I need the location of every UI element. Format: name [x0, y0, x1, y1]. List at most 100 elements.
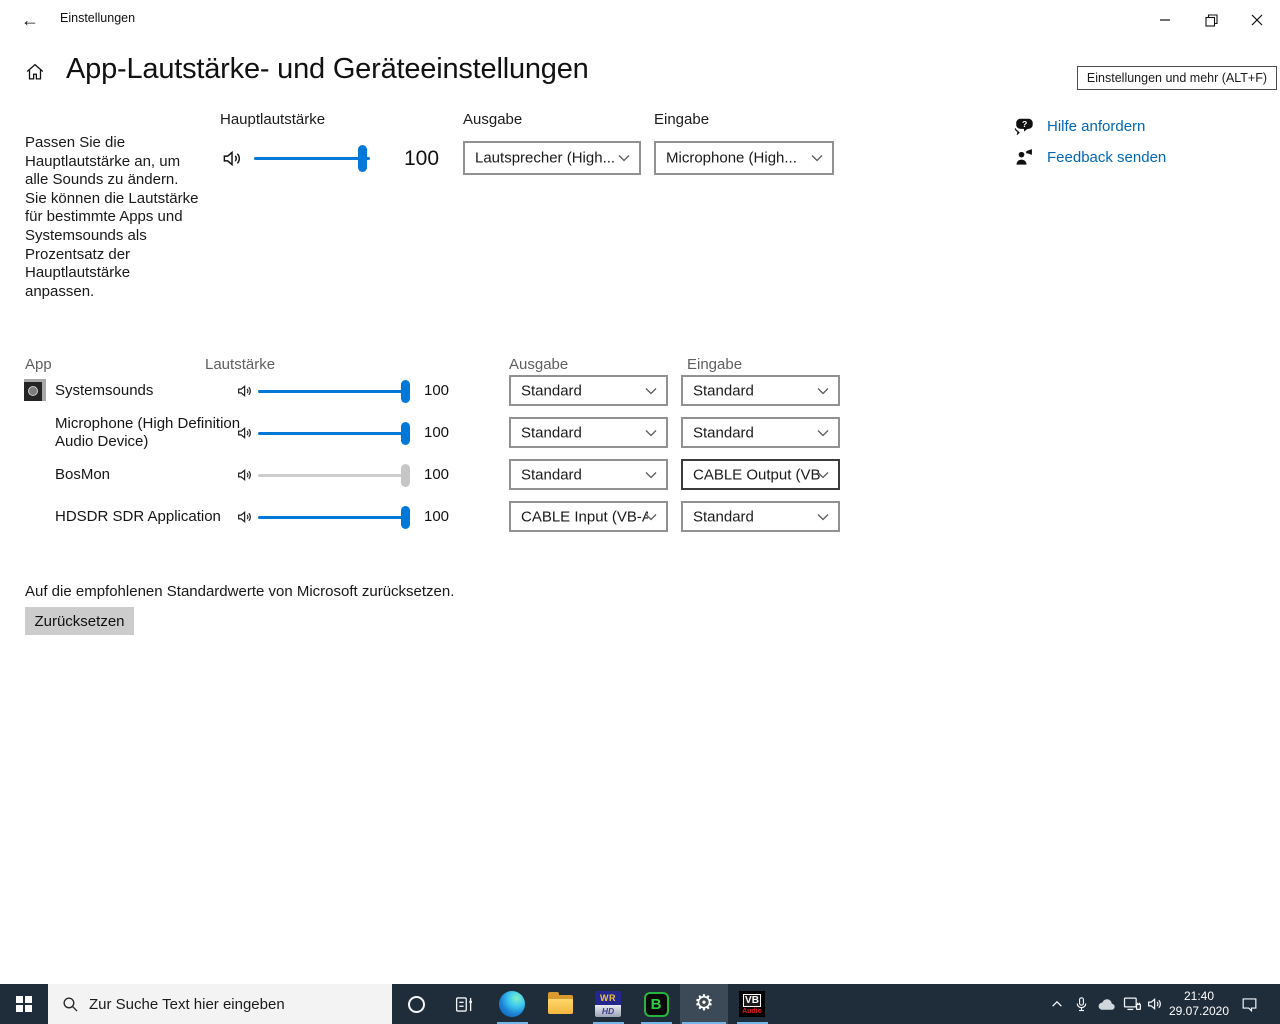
- ethernet-icon: [1123, 997, 1141, 1011]
- bosmon-taskbar-button[interactable]: B: [632, 984, 680, 1024]
- chevron-down-icon: [645, 508, 657, 525]
- titlebar: ← Einstellungen: [0, 0, 1280, 40]
- column-header-input: Eingabe: [687, 356, 743, 373]
- volume-speaker-icon: [236, 424, 254, 447]
- send-feedback-link[interactable]: Feedback senden: [1047, 149, 1166, 166]
- volume-slider-thumb[interactable]: [401, 422, 410, 445]
- file-explorer-taskbar-button[interactable]: [536, 984, 584, 1024]
- settings-window: ← Einstellungen App-Lautstärke- und Gerä…: [0, 0, 1280, 1024]
- onedrive-tray-button[interactable]: [1092, 984, 1120, 1024]
- wr-hd-icon: WR HD: [595, 991, 621, 1017]
- reset-description: Auf die empfohlenen Standardwerte von Mi…: [25, 583, 455, 600]
- chevron-down-icon: [817, 382, 829, 399]
- master-output-dropdown[interactable]: Lautsprecher (High...: [463, 141, 641, 175]
- input-dropdown-focused[interactable]: CABLE Output (VB-: [681, 459, 840, 490]
- output-dropdown[interactable]: Standard: [509, 417, 668, 448]
- volume-value: 100: [424, 424, 450, 441]
- chevron-up-icon: [1052, 1000, 1062, 1007]
- chevron-down-icon: [817, 466, 829, 483]
- chevron-down-icon: [817, 424, 829, 441]
- app-row-hdsdr: HDSDR SDR Application 100 CABLE Input (V…: [0, 501, 860, 535]
- master-volume-slider-thumb[interactable]: [358, 145, 367, 172]
- column-header-volume: Lautstärke: [205, 356, 276, 373]
- minimize-icon: [1160, 19, 1170, 21]
- window-title: Einstellungen: [60, 11, 136, 25]
- volume-slider-thumb[interactable]: [401, 506, 410, 529]
- search-icon: [63, 996, 78, 1012]
- chevron-down-icon: [645, 466, 657, 483]
- volume-value: 100: [424, 508, 450, 525]
- volume-value: 100: [424, 466, 450, 483]
- volume-slider-track[interactable]: [258, 390, 404, 393]
- volume-slider-track[interactable]: [258, 516, 404, 519]
- chevron-down-icon: [618, 150, 630, 167]
- action-center-icon: [1242, 997, 1256, 1012]
- clock-date: 29.07.2020: [1168, 1004, 1230, 1018]
- description-text: Passen Sie die Hauptlautstärke an, um al…: [25, 134, 199, 300]
- volume-value: 100: [424, 382, 450, 399]
- input-dropdown[interactable]: Standard: [681, 501, 840, 532]
- master-input-dropdown[interactable]: Microphone (High...: [654, 141, 834, 175]
- onedrive-cloud-icon: [1098, 998, 1115, 1010]
- task-view-icon: [455, 996, 472, 1012]
- app-row-systemsounds: Systemsounds 100 Standard Standard: [0, 375, 860, 409]
- restore-icon: [1204, 13, 1218, 27]
- chevron-down-icon: [811, 150, 823, 167]
- back-arrow-icon: ←: [21, 9, 39, 30]
- master-input-label: Eingabe: [654, 111, 710, 128]
- edge-taskbar-button[interactable]: [488, 984, 536, 1024]
- svg-text:?: ?: [1022, 119, 1027, 129]
- settings-taskbar-button-active[interactable]: ⚙: [680, 984, 728, 1024]
- app-name: HDSDR SDR Application: [55, 508, 221, 525]
- bosmon-icon: B: [643, 991, 669, 1017]
- send-feedback-icon: [1014, 148, 1034, 173]
- master-volume-label: Hauptlautstärke: [220, 111, 326, 128]
- cortana-button[interactable]: [392, 984, 440, 1024]
- output-dropdown[interactable]: Standard: [509, 375, 668, 406]
- volume-slider-track[interactable]: [258, 432, 404, 435]
- edge-icon: [499, 991, 525, 1017]
- taskbar-search[interactable]: [48, 984, 392, 1024]
- tray-expand-button[interactable]: [1044, 984, 1070, 1024]
- search-input[interactable]: [89, 995, 359, 1013]
- browser-tooltip: Einstellungen und mehr (ALT+F): [1076, 66, 1277, 90]
- output-dropdown[interactable]: CABLE Input (VB-A: [509, 501, 668, 532]
- back-button[interactable]: ←: [8, 0, 52, 40]
- vb-audio-taskbar-button[interactable]: VB Audio: [728, 984, 776, 1024]
- windows-logo-icon: [16, 996, 32, 1012]
- taskbar-clock[interactable]: 21:40 29.07.2020: [1162, 989, 1236, 1019]
- microphone-icon: [1076, 996, 1086, 1011]
- volume-slider-thumb[interactable]: [401, 380, 410, 403]
- microphone-tray-button[interactable]: [1068, 984, 1094, 1024]
- column-header-output: Ausgabe: [509, 356, 569, 373]
- app-name: BosMon: [55, 466, 111, 483]
- action-center-button[interactable]: [1234, 984, 1264, 1024]
- reset-button[interactable]: Zurücksetzen: [25, 607, 134, 635]
- task-view-button[interactable]: [440, 984, 488, 1024]
- app-row-microphone: Microphone (High Definition Audio Device…: [0, 415, 860, 451]
- systemsounds-app-icon: [24, 379, 46, 401]
- master-speaker-icon: [221, 147, 244, 175]
- close-icon: [1251, 14, 1263, 26]
- master-volume-slider-track[interactable]: [254, 157, 370, 160]
- restore-button[interactable]: [1188, 0, 1234, 40]
- get-help-icon: ?: [1013, 116, 1035, 143]
- minimize-button[interactable]: [1142, 0, 1188, 40]
- settings-gear-icon: ⚙: [694, 991, 714, 1016]
- home-icon: [24, 61, 46, 88]
- input-dropdown[interactable]: Standard: [681, 375, 840, 406]
- cortana-icon: [407, 995, 425, 1013]
- start-button[interactable]: [0, 984, 48, 1024]
- app-name: Microphone (High Definition Audio Device…: [55, 415, 241, 450]
- vb-audio-icon: VB Audio: [739, 991, 765, 1017]
- clock-time: 21:40: [1183, 989, 1215, 1003]
- output-dropdown[interactable]: Standard: [509, 459, 668, 490]
- get-help-link[interactable]: Hilfe anfordern: [1047, 118, 1145, 135]
- page-title: App-Lautstärke- und Geräteeinstellungen: [66, 53, 589, 85]
- wr-hd-taskbar-button[interactable]: WR HD: [584, 984, 632, 1024]
- taskbar: WRHD B ⚙ VBAudio: [0, 984, 1280, 1024]
- close-button[interactable]: [1234, 0, 1280, 40]
- volume-speaker-icon: [236, 508, 254, 531]
- input-dropdown[interactable]: Standard: [681, 417, 840, 448]
- file-explorer-icon: [547, 991, 573, 1014]
